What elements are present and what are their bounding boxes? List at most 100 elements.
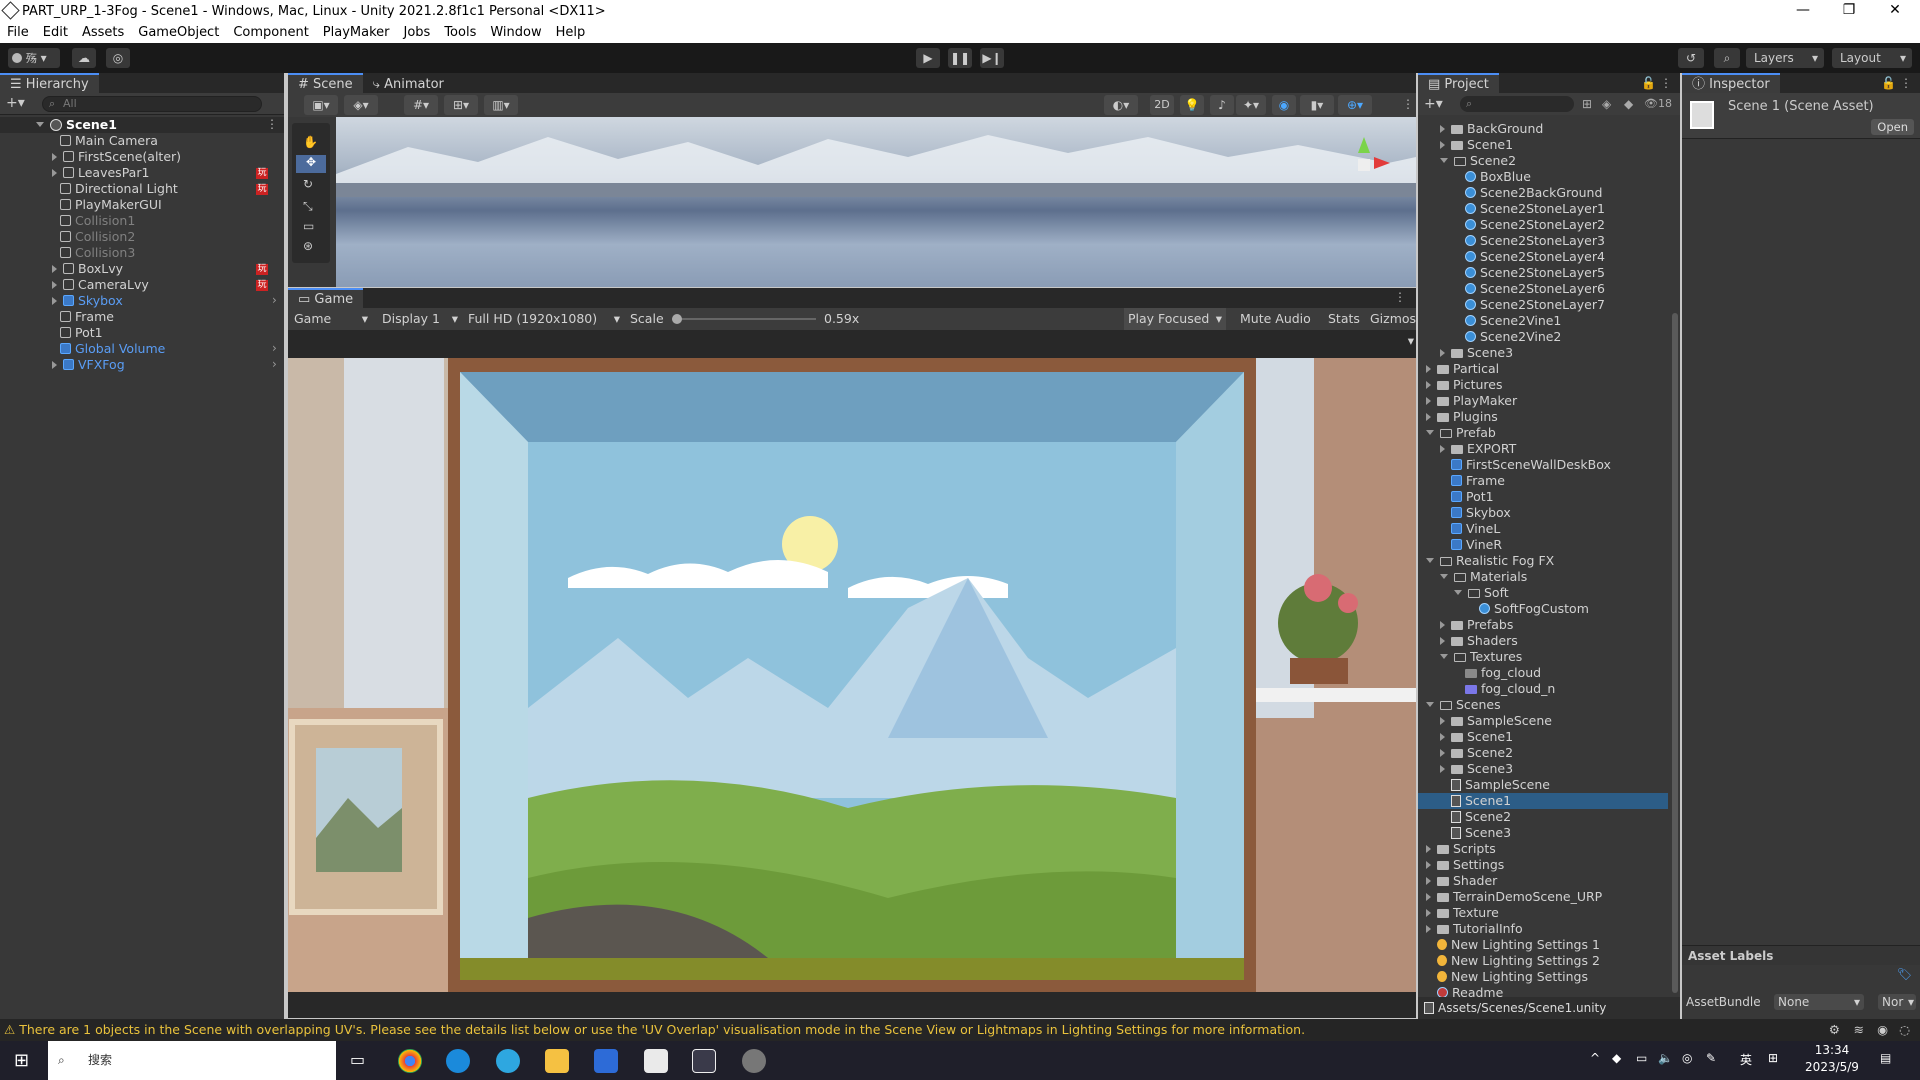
playmaker-badge-icon[interactable]: 玩 — [256, 168, 268, 179]
project-item[interactable]: Shaders — [1418, 633, 1668, 649]
project-item[interactable]: Scene2StoneLayer7 — [1418, 297, 1668, 313]
project-item[interactable]: Scene3 — [1418, 825, 1668, 841]
project-item[interactable]: BoxBlue — [1418, 169, 1668, 185]
increment-icon[interactable]: ▥▾ — [484, 95, 518, 115]
expand-arrow-icon[interactable] — [52, 153, 57, 161]
progress-icon[interactable]: ◌ — [1899, 1019, 1910, 1041]
project-item[interactable]: Realistic Fog FX — [1418, 553, 1668, 569]
toggle-2d-button[interactable]: 2D — [1150, 95, 1174, 115]
lighting-icon[interactable]: 💡 — [1180, 95, 1204, 115]
clock-date[interactable]: 2023/5/9 — [1800, 1060, 1864, 1074]
project-item[interactable]: New Lighting Settings 2 — [1418, 953, 1668, 969]
expand-arrow-icon[interactable] — [1440, 654, 1448, 659]
render-mode-icon[interactable]: ◐▾ — [1104, 95, 1138, 115]
project-item[interactable]: Texture — [1418, 905, 1668, 921]
expand-arrow-icon[interactable] — [1440, 749, 1445, 757]
project-item[interactable]: Scene1 — [1418, 793, 1668, 809]
gizmos-icon[interactable]: ⊕▾ — [1338, 95, 1372, 115]
expand-arrow-icon[interactable] — [1440, 733, 1445, 741]
project-item[interactable]: FirstSceneWallDeskBox — [1418, 457, 1668, 473]
project-item[interactable]: Skybox — [1418, 505, 1668, 521]
project-item[interactable]: Scene2 — [1418, 745, 1668, 761]
favorite-icon[interactable]: ◆ — [1624, 93, 1633, 115]
project-item[interactable]: SampleScene — [1418, 713, 1668, 729]
project-item[interactable]: Pot1 — [1418, 489, 1668, 505]
game-tab[interactable]: ▭ Game — [288, 288, 364, 308]
project-item[interactable]: PlayMaker — [1418, 393, 1668, 409]
game-render[interactable] — [288, 358, 1416, 992]
project-item[interactable]: Settings — [1418, 857, 1668, 873]
hierarchy-item[interactable]: Skybox — [52, 293, 123, 309]
battery-icon[interactable]: ◎ — [1682, 1051, 1692, 1065]
effects-icon[interactable]: ✦▾ — [1236, 95, 1266, 115]
scene-viewport[interactable]: ✋ ✥ ↻ ⤡ ▭ ⊛ — [288, 117, 1416, 287]
project-item[interactable]: Scene3 — [1418, 761, 1668, 777]
project-scrollbar[interactable] — [1670, 117, 1680, 997]
project-item[interactable]: EXPORT — [1418, 441, 1668, 457]
shading-icon[interactable]: ◈▾ — [344, 95, 378, 115]
scene-root[interactable]: Scene1 — [36, 117, 117, 133]
playmaker-badge-icon[interactable]: 玩 — [256, 280, 268, 291]
maximize-button[interactable]: ❐ — [1826, 0, 1872, 22]
cloud-icon[interactable]: ☁ — [72, 48, 96, 68]
asset-labels-header[interactable]: Asset Labels — [1682, 945, 1920, 965]
hidden-count[interactable]: 👁18 — [1644, 93, 1672, 115]
project-tab[interactable]: ▤ Project — [1418, 73, 1499, 93]
inspector-tab[interactable]: ⓘ Inspector — [1682, 73, 1780, 93]
project-item[interactable]: Scene2StoneLayer3 — [1418, 233, 1668, 249]
project-item[interactable]: VineR — [1418, 537, 1668, 553]
snap-icon[interactable]: ⊞▾ — [444, 95, 478, 115]
expand-arrow-icon[interactable] — [1440, 765, 1445, 773]
project-item[interactable]: Scene2StoneLayer6 — [1418, 281, 1668, 297]
tray-expand-icon[interactable]: ^ — [1590, 1051, 1600, 1065]
expand-arrow-icon[interactable] — [1426, 909, 1431, 917]
expand-arrow-icon[interactable] — [1440, 621, 1445, 629]
project-search-input[interactable]: ⌕ — [1460, 96, 1574, 112]
collab-icon[interactable]: ◎ — [106, 48, 130, 68]
expand-arrow-icon[interactable] — [1440, 141, 1445, 149]
hierarchy-item[interactable]: VFXFog — [52, 357, 125, 373]
project-item[interactable]: Scene2StoneLayer1 — [1418, 201, 1668, 217]
expand-arrow-icon[interactable] — [1440, 717, 1445, 725]
scale-slider[interactable] — [672, 314, 816, 324]
expand-arrow-icon[interactable] — [1440, 637, 1445, 645]
menu-help[interactable]: Help — [549, 25, 593, 40]
prefab-chevron-icon[interactable]: › — [272, 341, 277, 355]
menu-component[interactable]: Component — [226, 25, 315, 40]
project-item[interactable]: Scene2StoneLayer5 — [1418, 265, 1668, 281]
cache-icon[interactable]: ◉ — [1877, 1019, 1888, 1041]
project-item[interactable]: Scene2 — [1418, 153, 1668, 169]
assetbundle-dropdown[interactable]: None ▾ — [1774, 994, 1864, 1010]
menu-gameobject[interactable]: GameObject — [131, 25, 226, 40]
close-button[interactable]: ✕ — [1872, 0, 1918, 22]
project-item[interactable]: Scene2Vine2 — [1418, 329, 1668, 345]
menu-file[interactable]: File — [0, 25, 36, 40]
project-item[interactable]: TerrainDemoScene_URP — [1418, 889, 1668, 905]
expand-arrow-icon[interactable] — [1440, 158, 1448, 163]
rotate-tool-icon[interactable]: ↻ — [303, 177, 313, 191]
store-icon[interactable] — [594, 1049, 618, 1073]
menu-assets[interactable]: Assets — [75, 25, 131, 40]
filter-type-icon[interactable]: ⊞ — [1582, 93, 1592, 115]
project-item[interactable]: Scene2Vine1 — [1418, 313, 1668, 329]
mute-audio-toggle[interactable]: Mute Audio — [1240, 308, 1311, 330]
expand-arrow-icon[interactable] — [1426, 365, 1431, 373]
expand-arrow-icon[interactable] — [1440, 349, 1445, 357]
project-item[interactable]: Scenes — [1418, 697, 1668, 713]
windows-start-icon[interactable]: ⊞ — [14, 1050, 29, 1071]
animator-tab[interactable]: ⤷ Animator — [362, 73, 454, 93]
account-button[interactable]: 殇 ▾ — [8, 48, 60, 68]
rect-tool-icon[interactable]: ▭ — [303, 219, 314, 233]
status-bar[interactable]: ⚠ There are 1 objects in the Scene with … — [0, 1019, 1920, 1041]
orientation-gizmo[interactable] — [1344, 137, 1392, 197]
hand-tool-icon[interactable]: ✋ — [303, 135, 318, 149]
lock-icon[interactable]: 🔓 — [1881, 76, 1896, 90]
project-item[interactable]: Scene2 — [1418, 809, 1668, 825]
notification-icon[interactable]: ▤ — [1880, 1051, 1891, 1065]
project-item[interactable]: fog_cloud — [1418, 665, 1668, 681]
volume-icon[interactable]: 🔈 — [1658, 1051, 1673, 1065]
scene-tab[interactable]: # Scene — [288, 73, 363, 93]
camera-icon[interactable]: ▮▾ — [1300, 95, 1334, 115]
expand-arrow-icon[interactable] — [1426, 925, 1431, 933]
history-icon[interactable]: ↺ — [1678, 48, 1704, 68]
